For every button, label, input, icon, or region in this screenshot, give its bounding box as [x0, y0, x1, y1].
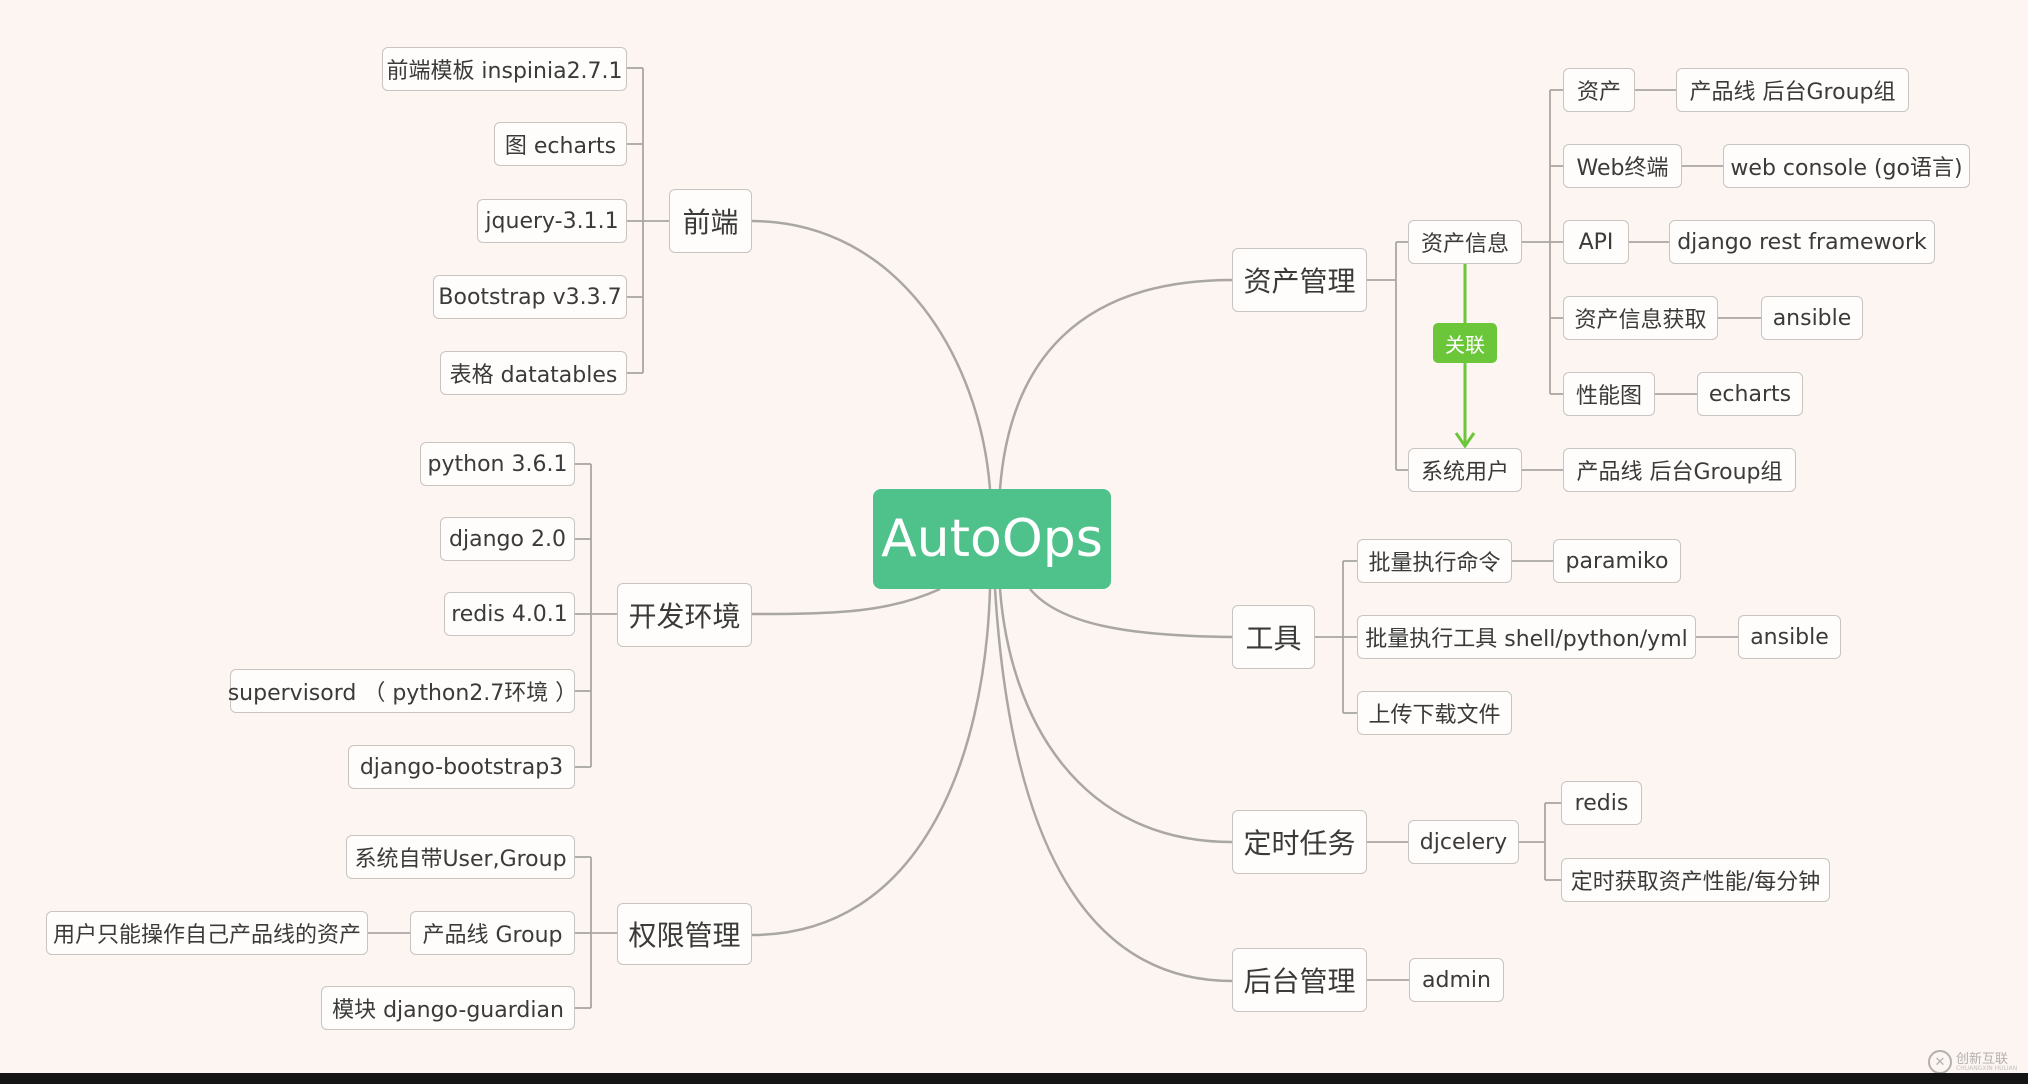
asset-item-perfchart-detail[interactable]: echarts — [1697, 372, 1803, 416]
frontend-bootstrap[interactable]: Bootstrap v3.3.7 — [433, 275, 627, 319]
connector-root-assets — [998, 278, 1233, 490]
asset-sysuser-detail[interactable]: 产品线 后台Group组 — [1563, 448, 1796, 492]
asset-item-asset-detail[interactable]: 产品线 后台Group组 — [1676, 68, 1909, 112]
asset-item-api-detail[interactable]: django rest framework — [1669, 220, 1935, 264]
branch-cron[interactable]: 定时任务 — [1232, 810, 1367, 874]
asset-item-asset[interactable]: 资产 — [1563, 68, 1635, 112]
branch-devenv[interactable]: 开发环境 — [617, 583, 752, 647]
asset-item-api[interactable]: API — [1563, 220, 1629, 264]
mind-map-canvas: AutoOps 前端 前端模板 inspinia2.7.1 图 echarts … — [0, 0, 2028, 1084]
asset-item-perfchart[interactable]: 性能图 — [1563, 372, 1655, 416]
perms-productline-note[interactable]: 用户只能操作自己产品线的资产 — [46, 911, 368, 955]
devenv-supervisord[interactable]: supervisord （ python2.7环境 ） — [228, 669, 577, 713]
asset-info[interactable]: 资产信息 — [1408, 220, 1522, 264]
connector-root-admin — [993, 588, 1233, 983]
frontend-template[interactable]: 前端模板 inspinia2.7.1 — [382, 47, 627, 91]
watermark-cn: 创新互联 — [1956, 1051, 2009, 1067]
frontend-jquery[interactable]: jquery-3.1.1 — [477, 199, 627, 243]
tool-batch-command-detail[interactable]: paramiko — [1553, 539, 1681, 583]
devenv-bootstrap3[interactable]: django-bootstrap3 — [348, 745, 575, 789]
connector-root-devenv — [751, 587, 941, 616]
tool-batch-exec-detail[interactable]: ansible — [1738, 615, 1841, 659]
watermark-logo-icon: ✕ — [1928, 1050, 1952, 1074]
branch-assets[interactable]: 资产管理 — [1232, 248, 1367, 312]
devenv-django[interactable]: django 2.0 — [440, 517, 575, 561]
connector-root-cron — [998, 588, 1233, 844]
bottom-bar — [0, 1073, 2028, 1084]
connector-root-frontend — [751, 219, 992, 490]
tool-batch-exec[interactable]: 批量执行工具 shell/python/yml — [1357, 615, 1696, 659]
branch-frontend[interactable]: 前端 — [669, 189, 752, 253]
cron-perf-job[interactable]: 定时获取资产性能/每分钟 — [1561, 858, 1830, 902]
branch-perms[interactable]: 权限管理 — [617, 903, 752, 965]
connector-root-tools — [1029, 588, 1233, 639]
frontend-echarts[interactable]: 图 echarts — [494, 122, 627, 166]
branch-admin[interactable]: 后台管理 — [1232, 948, 1367, 1012]
asset-item-collect-detail[interactable]: ansible — [1761, 296, 1863, 340]
branch-tools[interactable]: 工具 — [1232, 605, 1315, 669]
perms-guardian[interactable]: 模块 django-guardian — [321, 986, 575, 1030]
cron-djcelery[interactable]: djcelery — [1408, 820, 1519, 864]
connector-root-perms — [751, 588, 992, 937]
perms-productline-group[interactable]: 产品线 Group — [410, 911, 575, 955]
watermark-en: CHUANGXIN HULIAN — [1956, 1064, 2018, 1072]
devenv-redis[interactable]: redis 4.0.1 — [444, 592, 575, 636]
relation-label[interactable]: 关联 — [1433, 323, 1497, 363]
cron-redis[interactable]: redis — [1561, 781, 1642, 825]
root-node[interactable]: AutoOps — [873, 489, 1111, 589]
frontend-datatables[interactable]: 表格 datatables — [440, 351, 627, 395]
devenv-python[interactable]: python 3.6.1 — [420, 442, 575, 486]
tool-batch-command[interactable]: 批量执行命令 — [1357, 539, 1512, 583]
admin-node[interactable]: admin — [1409, 958, 1504, 1002]
asset-item-webterminal[interactable]: Web终端 — [1563, 144, 1682, 188]
asset-item-webterminal-detail[interactable]: web console (go语言) — [1723, 144, 1970, 188]
asset-item-collect[interactable]: 资产信息获取 — [1563, 296, 1718, 340]
perms-builtin-user-group[interactable]: 系统自带User,Group — [346, 835, 575, 879]
tool-file-transfer[interactable]: 上传下载文件 — [1357, 691, 1512, 735]
asset-sysuser[interactable]: 系统用户 — [1408, 448, 1522, 492]
